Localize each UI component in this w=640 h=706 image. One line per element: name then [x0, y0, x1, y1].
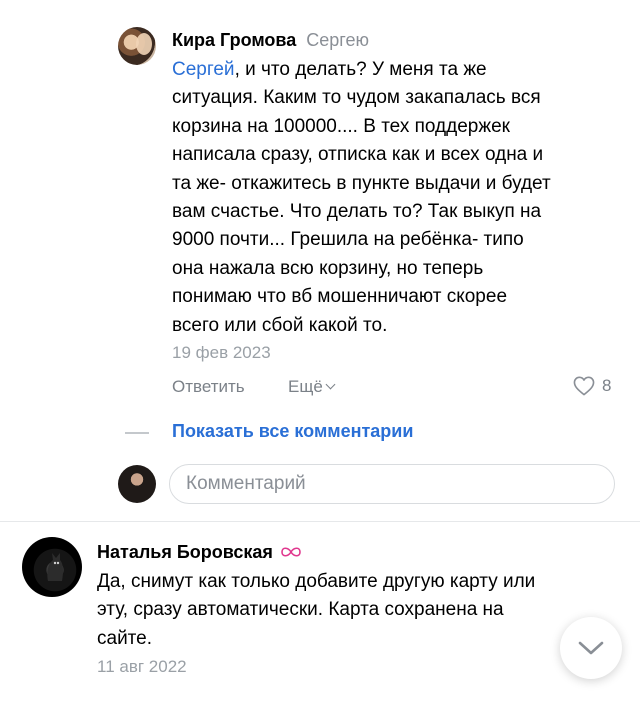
comment-line: ситуация. Каким то чудом закапалась вся — [172, 87, 541, 109]
comment-header: Кира Громова Сергею — [172, 27, 369, 53]
comment-line: Да, снимут как только добавите другую ка… — [97, 571, 536, 592]
comment-line: вам счастье. Что делать то? Так выкуп на — [172, 201, 542, 223]
heart-icon — [573, 376, 595, 396]
comment-line: написала сразу, отписка как и всех одна … — [172, 144, 544, 166]
mention-link[interactable]: Сергей — [172, 59, 235, 80]
comment-line: та же- откажитесь в пункте выдачи и буде… — [172, 172, 551, 194]
show-all-comments-link[interactable]: Показать все комментарии — [172, 421, 413, 442]
comment-text: Да, снимут как только добавите другую ка… — [97, 568, 577, 653]
comment-date: 11 авг 2022 — [97, 657, 187, 676]
comment-line: корзина на 100000.... В тех поддержек — [172, 115, 510, 137]
comment-line: Сергей, и что делать? У меня та же — [172, 59, 487, 80]
avatar[interactable] — [22, 537, 82, 597]
comment-line: понимаю что вб мошенничают скорее — [172, 286, 508, 308]
like-button[interactable]: 8 — [573, 376, 611, 396]
infinity-badge-icon — [279, 545, 303, 559]
comment-line: сайте. — [97, 627, 153, 649]
like-count: 8 — [602, 376, 612, 395]
author-name[interactable]: Наталья Боровская — [97, 542, 273, 563]
more-label: Ещё — [288, 377, 323, 396]
comment-input[interactable] — [169, 464, 615, 504]
comment-line: всего или сбой какой то. — [172, 314, 388, 336]
comment-line: 9000 почти... Грешила на ребёнка- типо — [172, 229, 524, 251]
comment-line: эту, сразу автоматически. Карта сохранен… — [97, 599, 504, 621]
avatar[interactable] — [118, 27, 156, 65]
comment-header: Наталья Боровская — [97, 539, 303, 565]
thread-line — [125, 432, 149, 434]
scroll-down-button[interactable] — [560, 617, 622, 679]
reply-button[interactable]: Ответить — [172, 377, 245, 397]
more-button[interactable]: Ещё — [288, 377, 336, 397]
cat-silhouette-icon — [47, 553, 64, 581]
chevron-down-icon — [325, 379, 336, 390]
author-name[interactable]: Кира Громова — [172, 30, 296, 51]
reply-to-label[interactable]: Сергею — [306, 30, 369, 51]
comment-text: Сергей, и что делать? У меня та же ситуа… — [172, 56, 622, 340]
divider — [0, 521, 640, 522]
comment-line: она нажала всю корзину, но теперь — [172, 257, 484, 279]
avatar — [118, 465, 156, 503]
comment-date: 19 фев 2023 — [172, 343, 271, 362]
chevron-down-icon — [578, 641, 604, 655]
